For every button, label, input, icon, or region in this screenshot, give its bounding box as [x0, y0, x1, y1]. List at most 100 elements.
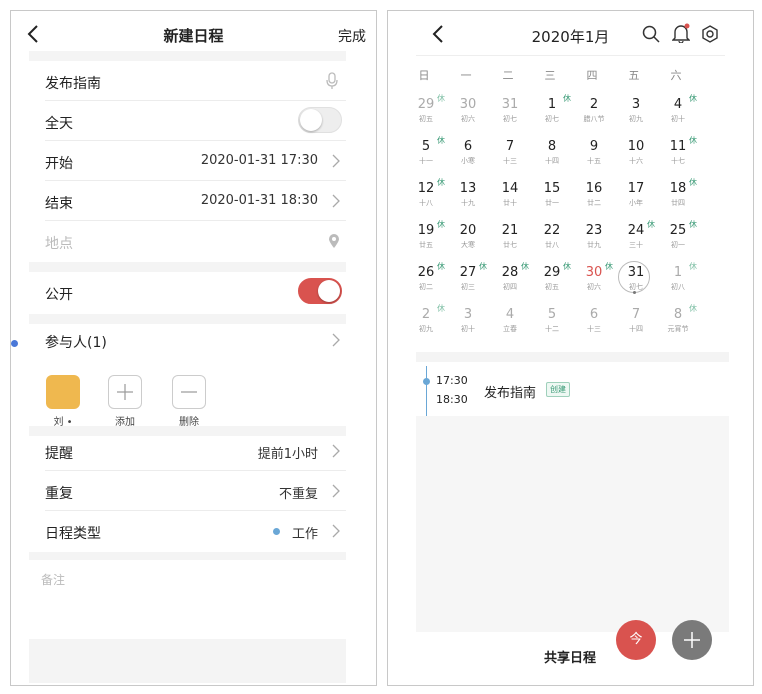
day-cell[interactable]: 29 初五休 [531, 261, 573, 303]
day-cell[interactable]: 18 廿四休 [657, 177, 699, 219]
day-cell[interactable]: 7 十四 [615, 303, 657, 345]
day-cell[interactable]: 24 三十休 [615, 219, 657, 261]
day-cell[interactable]: 20 大寒 [447, 219, 489, 261]
lunar-date: 初五 [419, 115, 433, 123]
today-button[interactable]: 今 [616, 620, 656, 660]
plus-icon [684, 632, 700, 648]
end-label: 结束 [45, 196, 73, 212]
lunar-date: 十九 [461, 199, 475, 207]
allday-toggle[interactable] [298, 107, 342, 133]
end-row[interactable]: 结束 2020-01-31 18:30 [45, 181, 346, 221]
day-cell-today[interactable]: 31 初七 [615, 261, 657, 303]
title-field[interactable]: 发布指南 [45, 61, 346, 101]
day-cell[interactable]: 22 廿八 [531, 219, 573, 261]
day-cell[interactable]: 28 初四休 [489, 261, 531, 303]
settings-icon[interactable] [700, 24, 720, 44]
lunar-date: 十八 [419, 199, 433, 207]
day-cell[interactable]: 16 廿二 [573, 177, 615, 219]
bell-icon[interactable] [672, 23, 690, 43]
day-cell[interactable]: 5 十一休 [405, 135, 447, 177]
day-cell[interactable]: 14 廿十 [489, 177, 531, 219]
public-toggle[interactable] [298, 278, 342, 304]
chevron-right-icon [332, 524, 340, 538]
lunar-date: 初七 [629, 283, 643, 291]
day-cell[interactable]: 27 初三休 [447, 261, 489, 303]
notes-field[interactable]: 备注 [41, 571, 65, 588]
lunar-date: 初四 [503, 283, 517, 291]
microphone-icon[interactable] [326, 72, 338, 90]
day-cell[interactable]: 7 十三 [489, 135, 531, 177]
lunar-date: 十五 [587, 157, 601, 165]
day-cell[interactable]: 12 十八休 [405, 177, 447, 219]
day-cell[interactable]: 21 廿七 [489, 219, 531, 261]
start-row[interactable]: 开始 2020-01-31 17:30 [45, 141, 346, 181]
footer-area [29, 639, 346, 683]
day-cell[interactable]: 13 十九 [447, 177, 489, 219]
reminder-row[interactable]: 提醒 提前1小时 [45, 431, 346, 471]
repeat-value: 不重复 [278, 487, 318, 502]
day-number: 17 [627, 181, 645, 196]
done-button[interactable]: 完成 [338, 26, 366, 46]
search-icon[interactable] [642, 25, 660, 43]
end-value: 2020-01-31 18:30 [200, 193, 318, 208]
day-cell[interactable]: 4 立春 [489, 303, 531, 345]
holiday-badge: 休 [689, 304, 697, 313]
day-cell[interactable]: 3 初十 [447, 303, 489, 345]
allday-label: 全天 [45, 116, 73, 132]
header-divider [416, 55, 725, 56]
lunar-date: 廿九 [587, 241, 601, 249]
weekday-label: 日 [418, 69, 430, 82]
add-event-button[interactable] [672, 620, 712, 660]
day-cell[interactable]: 26 初二休 [405, 261, 447, 303]
day-cell[interactable]: 2 初九休 [405, 303, 447, 345]
day-cell[interactable]: 31 初七 [489, 93, 531, 135]
day-cell[interactable]: 6 小寒 [447, 135, 489, 177]
weekday-label: 二 [502, 69, 514, 82]
day-cell[interactable]: 10 十六 [615, 135, 657, 177]
day-cell[interactable]: 9 十五 [573, 135, 615, 177]
lunar-date: 十二 [545, 325, 559, 333]
day-cell[interactable]: 17 小年 [615, 177, 657, 219]
participant-avatar[interactable]: 刘 • [45, 375, 81, 428]
event-title[interactable]: 发布指南 [484, 382, 536, 401]
lunar-date: 十三 [503, 157, 517, 165]
day-cell[interactable]: 2 腊八节 [573, 93, 615, 135]
day-cell[interactable]: 5 十二 [531, 303, 573, 345]
shared-calendar-label[interactable]: 共享日程 [544, 647, 596, 666]
lunar-date: 初二 [419, 283, 433, 291]
participants-row[interactable]: 参与人(1) [45, 320, 346, 360]
day-cell[interactable]: 23 廿九 [573, 219, 615, 261]
day-cell[interactable]: 8 元宵节休 [657, 303, 699, 345]
day-cell[interactable]: 4 初十休 [657, 93, 699, 135]
day-cell[interactable]: 15 廿一 [531, 177, 573, 219]
holiday-badge: 休 [605, 262, 613, 271]
new-event-panel: 新建日程 完成 发布指南 全天 开始 2020-01-31 17:30 结束 2… [10, 10, 377, 686]
lunar-date: 初十 [461, 325, 475, 333]
day-number: 23 [585, 223, 603, 238]
day-cell[interactable]: 11 十七休 [657, 135, 699, 177]
repeat-row[interactable]: 重复 不重复 [45, 471, 346, 511]
holiday-badge: 休 [437, 304, 445, 313]
day-cell[interactable]: 1 初八休 [657, 261, 699, 303]
lunar-date: 初五 [545, 283, 559, 291]
divider [29, 51, 346, 61]
day-cell[interactable]: 8 十四 [531, 135, 573, 177]
day-cell[interactable]: 25 初一休 [657, 219, 699, 261]
lunar-date: 廿八 [545, 241, 559, 249]
lunar-date: 十四 [629, 325, 643, 333]
day-cell[interactable]: 3 初九 [615, 93, 657, 135]
day-cell[interactable]: 19 廿五休 [405, 219, 447, 261]
add-participant-button[interactable]: 添加 [107, 375, 143, 428]
day-cell[interactable]: 30 初六 [447, 93, 489, 135]
remove-participant-button[interactable]: 删除 [171, 375, 207, 428]
day-cell[interactable]: 29 初五休 [405, 93, 447, 135]
event-type-value: 工作 [291, 527, 318, 542]
day-cell[interactable]: 6 十三 [573, 303, 615, 345]
location-field[interactable]: 地点 [45, 221, 346, 261]
day-cell[interactable]: 30 初六休 [573, 261, 615, 303]
location-pin-icon[interactable] [328, 233, 340, 249]
month-title[interactable]: 2020年1月 [388, 26, 753, 47]
event-type-row[interactable]: 日程类型 工作 [45, 511, 346, 551]
day-cell[interactable]: 1 初七休 [531, 93, 573, 135]
holiday-badge: 休 [647, 220, 655, 229]
